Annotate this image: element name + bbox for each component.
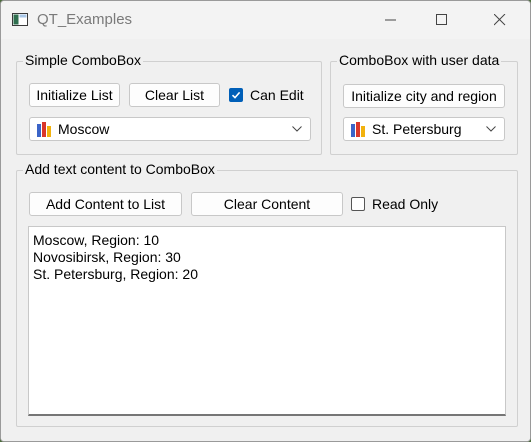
initialize-list-button[interactable]: Initialize List (29, 83, 120, 107)
text-line: St. Petersburg, Region: 20 (33, 266, 198, 282)
userdata-combobox[interactable]: St. Petersburg (343, 117, 505, 141)
clear-content-button[interactable]: Clear Content (191, 192, 343, 216)
maximize-button[interactable] (419, 1, 465, 39)
app-window: QT_Examples Simple ComboBox Initialize L… (0, 0, 531, 442)
read-only-label: Read Only (372, 196, 439, 212)
main-content: Simple ComboBox Initialize List Clear Li… (1, 39, 530, 441)
userdata-combobox-group: ComboBox with user data Initialize city … (330, 52, 518, 155)
city-flag-icon (37, 121, 51, 137)
read-only-checkbox[interactable]: Read Only (351, 196, 438, 212)
maximize-icon (436, 14, 447, 25)
title-bar[interactable]: QT_Examples (1, 1, 530, 39)
userdata-combobox-value: St. Petersburg (372, 121, 462, 137)
add-content-button[interactable]: Add Content to List (29, 192, 182, 216)
initialize-city-region-button[interactable]: Initialize city and region (343, 84, 505, 108)
text-line: Novosibirsk, Region: 30 (33, 249, 181, 265)
content-text-area[interactable]: Moscow, Region: 10 Novosibirsk, Region: … (28, 226, 506, 416)
can-edit-check-indicator[interactable] (229, 88, 243, 102)
can-edit-label: Can Edit (250, 87, 304, 103)
userdata-combobox-title: ComboBox with user data (337, 52, 502, 68)
minimize-button[interactable] (368, 1, 414, 39)
minimize-icon (385, 19, 396, 21)
simple-combobox-group: Simple ComboBox Initialize List Clear Li… (16, 52, 322, 155)
read-only-check-indicator[interactable] (351, 197, 365, 211)
text-content-title: Add text content to ComboBox (23, 161, 217, 177)
simple-combobox[interactable]: Moscow (29, 117, 311, 141)
can-edit-checkbox[interactable]: Can Edit (229, 87, 304, 103)
close-button[interactable] (477, 1, 523, 39)
qt-window-icon (12, 13, 28, 26)
clear-list-button[interactable]: Clear List (129, 83, 220, 107)
close-icon (494, 14, 506, 26)
text-line: Moscow, Region: 10 (33, 232, 160, 248)
city-flag-icon (351, 121, 365, 137)
chevron-down-icon[interactable] (292, 126, 302, 132)
simple-combobox-value: Moscow (58, 121, 110, 137)
checkmark-icon (231, 91, 241, 99)
window-title: QT_Examples (37, 11, 133, 28)
simple-combobox-title: Simple ComboBox (23, 52, 143, 68)
chevron-down-icon[interactable] (486, 126, 496, 132)
